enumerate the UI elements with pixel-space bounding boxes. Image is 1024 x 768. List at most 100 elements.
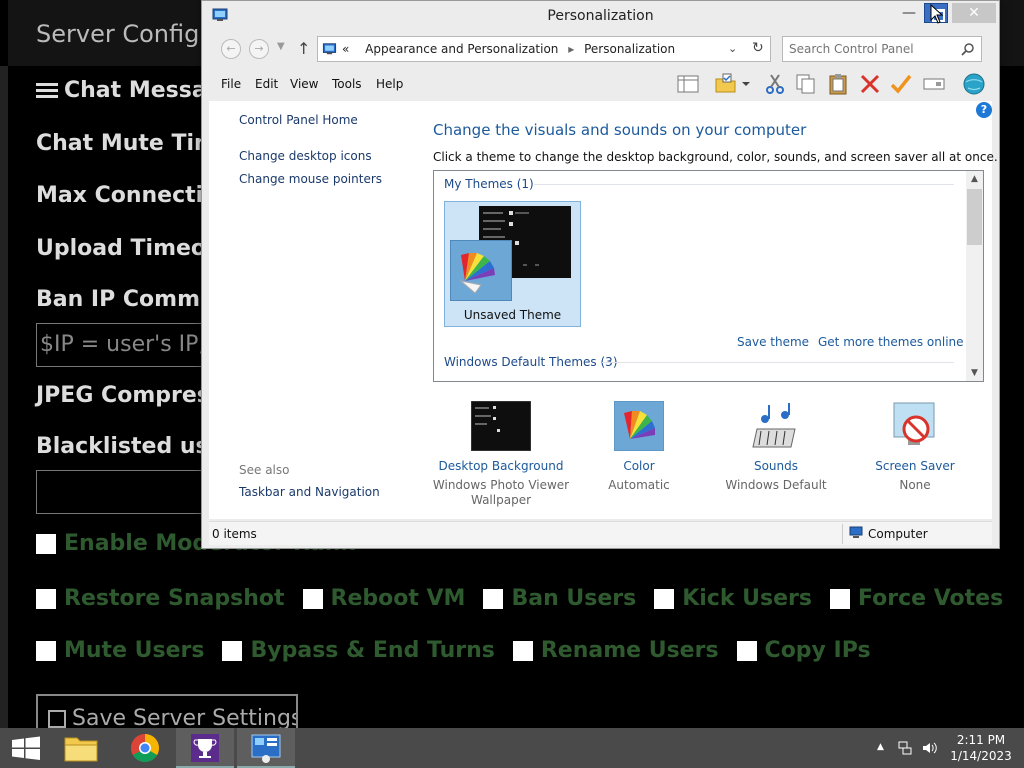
checkbox-box[interactable] (512, 640, 533, 661)
refresh-button[interactable]: ↻ (752, 40, 764, 56)
title-bar[interactable]: Personalization — ✕ (202, 1, 999, 31)
menu-view[interactable]: View (290, 77, 318, 91)
desktop-background-subtitle: Windows Photo Viewer Wallpaper (432, 478, 570, 507)
checkbox-box[interactable] (36, 640, 56, 661)
cut-icon[interactable] (763, 72, 787, 96)
screen-saver-title: Screen Saver (875, 459, 955, 473)
checkbox-box[interactable] (654, 588, 675, 609)
sounds-item[interactable]: Sounds Windows Default (706, 401, 846, 493)
taskbar-trophy-app[interactable] (176, 728, 234, 768)
checkmark-icon[interactable] (889, 72, 913, 96)
menu-edit[interactable]: Edit (255, 77, 278, 91)
themes-list: My Themes (1) Unsaved Theme Save theme G… (433, 170, 984, 382)
scroll-down-button[interactable]: ▼ (966, 365, 983, 381)
checkbox-label: Reboot VM (330, 586, 466, 611)
taskbar-navigation-link[interactable]: Taskbar and Navigation (239, 485, 380, 499)
trophy-icon (191, 734, 219, 762)
default-themes-header[interactable]: Windows Default Themes (3) (444, 355, 618, 369)
menu-file[interactable]: File (221, 77, 241, 91)
force-votes-checkbox[interactable]: Force Votes (829, 586, 1003, 611)
system-clock[interactable]: 2:11 PM 1/14/2023 (950, 732, 1012, 764)
save-theme-link[interactable]: Save theme (737, 335, 809, 349)
window-title: Personalization (547, 8, 654, 24)
back-button[interactable]: ← (221, 39, 241, 59)
desktop-background-icon (470, 400, 532, 452)
globe-icon[interactable] (962, 72, 986, 96)
theme-tile-unsaved[interactable]: Unsaved Theme (444, 201, 581, 327)
volume-icon[interactable] (921, 740, 937, 756)
address-bar[interactable]: « Appearance and Personalization ▸ Perso… (317, 36, 771, 62)
help-icon[interactable]: ? (976, 102, 992, 118)
scroll-thumb[interactable] (967, 189, 982, 245)
scroll-up-button[interactable]: ▲ (966, 171, 983, 187)
restore-snapshot-checkbox[interactable]: Restore Snapshot (36, 586, 285, 611)
reboot-vm-checkbox[interactable]: Reboot VM (302, 586, 466, 611)
group-divider (534, 184, 954, 185)
desktop-background-item[interactable]: Desktop Background Windows Photo Viewer … (431, 400, 571, 508)
control-panel-home-link[interactable]: Control Panel Home (239, 113, 358, 127)
search-input[interactable] (789, 42, 954, 56)
color-item[interactable]: Color Automatic (569, 400, 709, 493)
checkbox-box[interactable] (222, 640, 243, 661)
checkbox-box[interactable] (829, 588, 850, 609)
folder-icon (64, 737, 98, 762)
upload-timeout-label: Upload Timeou (36, 236, 222, 261)
menu-tools[interactable]: Tools (332, 77, 362, 91)
breadcrumb-personalization[interactable]: Personalization (584, 42, 675, 56)
rename-icon[interactable] (922, 72, 946, 96)
copy-ips-checkbox[interactable]: Copy IPs (736, 638, 871, 663)
show-hidden-icons-button[interactable]: ▲ (877, 742, 884, 752)
my-themes-header[interactable]: My Themes (1) (444, 177, 534, 191)
breadcrumb-overflow[interactable]: « (342, 42, 349, 56)
network-icon[interactable] (897, 740, 913, 756)
forward-button[interactable]: → (249, 39, 269, 59)
recent-pages-dropdown[interactable]: ▼ (277, 41, 285, 52)
kick-users-checkbox[interactable]: Kick Users (654, 586, 812, 611)
menu-lines-icon (36, 83, 58, 99)
layout-pane-icon[interactable] (676, 72, 700, 96)
chevron-down-icon[interactable] (739, 72, 753, 96)
checkbox-box[interactable] (36, 533, 56, 554)
status-bar: 0 items Computer (209, 521, 992, 545)
change-desktop-icons-link[interactable]: Change desktop icons (239, 149, 372, 163)
taskbar-control-panel[interactable] (237, 728, 295, 768)
taskbar-chrome[interactable] (116, 728, 174, 768)
screen-saver-item[interactable]: Screen Saver None (845, 401, 985, 493)
sounds-icon (746, 401, 806, 451)
close-button[interactable]: ✕ (952, 3, 996, 23)
up-button[interactable]: ↑ (297, 39, 310, 58)
rename-users-checkbox[interactable]: Rename Users (512, 638, 719, 663)
search-box[interactable] (782, 36, 982, 62)
bypass-end-turns-checkbox[interactable]: Bypass & End Turns (222, 638, 495, 663)
address-dropdown[interactable]: ⌄ (728, 42, 737, 55)
checkbox-box[interactable] (36, 588, 56, 609)
breadcrumb: « Appearance and Personalization ▸ Perso… (342, 42, 675, 56)
checkbox-box[interactable] (483, 588, 504, 609)
blacklisted-users-label: Blacklisted use (36, 434, 224, 459)
ban-ip-command-label: Ban IP Comma (36, 287, 215, 312)
content-area: ? Control Panel Home Change desktop icon… (209, 101, 998, 519)
checkbox-box[interactable] (302, 588, 323, 609)
start-button[interactable] (0, 728, 58, 768)
taskbar-file-explorer[interactable] (52, 728, 110, 768)
breadcrumb-appearance[interactable]: Appearance and Personalization (365, 42, 558, 56)
minimize-button[interactable]: — (900, 5, 918, 25)
status-location: Computer (868, 527, 928, 541)
checkbox-box[interactable] (736, 640, 757, 661)
address-bar-row: ← → ▼ ↑ « Appearance and Personalization… (209, 35, 992, 63)
paste-icon[interactable] (826, 72, 850, 96)
delete-icon[interactable] (858, 72, 882, 96)
get-more-themes-link[interactable]: Get more themes online (818, 335, 964, 349)
copy-icon[interactable] (794, 72, 818, 96)
color-title: Color (623, 459, 655, 473)
save-icon (48, 710, 66, 728)
server-config-left-border (0, 66, 8, 728)
folder-options-icon[interactable] (714, 72, 738, 96)
mute-users-checkbox[interactable]: Mute Users (36, 638, 204, 663)
ban-users-checkbox[interactable]: Ban Users (483, 586, 636, 611)
change-mouse-pointers-link[interactable]: Change mouse pointers (239, 172, 382, 186)
menu-help[interactable]: Help (376, 77, 403, 91)
color-subtitle: Automatic (608, 478, 670, 492)
search-icon[interactable] (961, 42, 975, 56)
control-panel-icon (251, 734, 281, 763)
